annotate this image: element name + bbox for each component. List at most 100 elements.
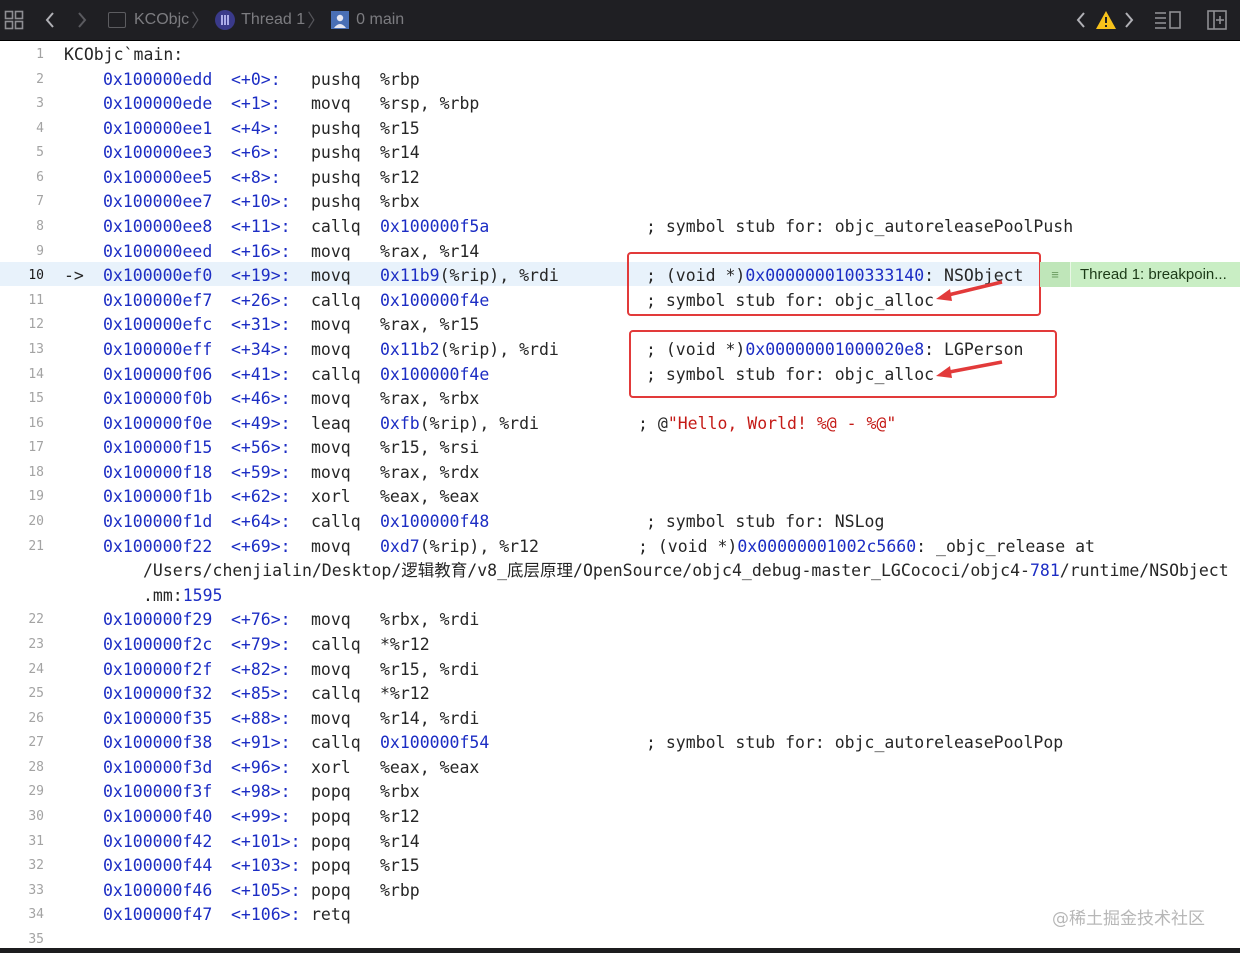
line-number[interactable]: 17 <box>0 440 44 455</box>
instruction-offset: <+19>: <box>231 266 291 286</box>
code-line[interactable]: 18 0x100000f18 <+59>: movq %rax, %rdx <box>0 461 1240 485</box>
line-number[interactable]: 15 <box>0 391 44 406</box>
breadcrumb-project[interactable]: KCObjc <box>134 11 189 29</box>
code-line[interactable]: 27 0x100000f38 <+91>: callq 0x100000f54 ; sym… <box>0 731 1240 755</box>
code-line[interactable]: 6 0x100000ee5 <+8>: pushq %r12 <box>0 166 1240 190</box>
line-number[interactable]: 24 <box>0 662 44 677</box>
code-line[interactable]: 23 0x100000f2c <+79>: callq *%r12 <box>0 633 1240 657</box>
line-number[interactable]: 5 <box>0 145 44 160</box>
line-number[interactable]: 20 <box>0 514 44 529</box>
instruction-comment: ; symbol stub for: objc_autoreleasePoolP… <box>646 217 1074 237</box>
line-number[interactable]: 3 <box>0 96 44 111</box>
instruction-address: 0x100000ef0 <box>103 266 213 286</box>
breadcrumb-frame[interactable]: 0 main <box>356 11 404 29</box>
disassembly-editor[interactable]: 1 KCObjc`main: 2 0x100000edd <+0>: pushq %rbp 3… <box>0 41 1240 953</box>
line-number[interactable]: 6 <box>0 170 44 185</box>
instruction-opcode: movq <box>311 462 351 482</box>
code-line[interactable]: 24 0x100000f2f <+82>: movq %r15, %rdi <box>0 658 1240 682</box>
instruction-operands: %rax, %rbx <box>380 389 480 409</box>
line-number[interactable]: 28 <box>0 760 44 775</box>
line-number[interactable]: 18 <box>0 465 44 480</box>
line-number[interactable]: 12 <box>0 317 44 332</box>
thread-breakpoint-badge[interactable]: ≡ Thread 1: breakpoin... <box>1040 262 1240 287</box>
code-line[interactable]: 29 0x100000f3f <+98>: popq %rbx <box>0 780 1240 804</box>
instruction-operands: %rax, %rdx <box>380 462 480 482</box>
code-line[interactable]: 3 0x100000ede <+1>: movq %rsp, %rbp <box>0 92 1240 116</box>
code-line[interactable]: 16 0x100000f0e <+49>: leaq 0xfb(%rip), %rdi;… <box>0 412 1240 436</box>
line-number[interactable]: 1 <box>0 47 44 62</box>
line-number[interactable]: 9 <box>0 244 44 259</box>
back-chevron-icon[interactable] <box>44 0 56 40</box>
instruction-offset: <+62>: <box>231 487 291 507</box>
line-number[interactable]: 10 <box>0 268 44 283</box>
instruction-operands: %rbx, %rdi <box>380 610 480 630</box>
line-number[interactable]: 33 <box>0 883 44 898</box>
instruction-operands: 0x11b2(%rip), %rdi <box>380 339 559 359</box>
instruction-operands: %rax, %r15 <box>380 315 480 335</box>
instruction-address: 0x100000f42 <box>103 831 213 851</box>
line-number[interactable]: 16 <box>0 416 44 431</box>
code-line[interactable]: 7 0x100000ee7 <+10>: pushq %rbx <box>0 190 1240 214</box>
line-number[interactable]: 22 <box>0 612 44 627</box>
code-line[interactable]: 28 0x100000f3d <+96>: xorl %eax, %eax <box>0 756 1240 780</box>
instruction-address: 0x100000f06 <box>103 364 213 384</box>
line-number[interactable]: 29 <box>0 784 44 799</box>
warning-icon[interactable] <box>1095 0 1117 40</box>
line-number[interactable]: 7 <box>0 194 44 209</box>
code-line[interactable]: 4 0x100000ee1 <+4>: pushq %r15 <box>0 117 1240 141</box>
code-line[interactable]: 21 0x100000f22 <+69>: movq 0xd7(%rip), %r12;… <box>0 535 1240 559</box>
issue-prev-chevron-icon[interactable] <box>1075 0 1087 40</box>
code-line[interactable]: 17 0x100000f15 <+56>: movq %r15, %rsi <box>0 436 1240 460</box>
forward-chevron-icon[interactable] <box>76 0 88 40</box>
code-line[interactable]: 31 0x100000f42 <+101>: popq %r14 <box>0 830 1240 854</box>
instruction-address: 0x100000f47 <box>103 905 213 925</box>
instruction-address: 0x100000f0b <box>103 389 213 409</box>
code-line[interactable]: 22 0x100000f29 <+76>: movq %rbx, %rdi <box>0 608 1240 632</box>
line-number[interactable]: 27 <box>0 735 44 750</box>
comment-continuation-text: /Users/chenjialin/Desktop/逻辑教育/v8_底层原理/O… <box>143 561 1229 581</box>
code-line[interactable]: 9 0x100000eed <+16>: movq %rax, %r14 <box>0 240 1240 264</box>
code-line[interactable]: 33 0x100000f46 <+105>: popq %rbp <box>0 879 1240 903</box>
instruction-operands: %rsp, %rbp <box>380 94 480 114</box>
code-line[interactable]: 11 0x100000ef7 <+26>: callq 0x100000f4e; sym… <box>0 289 1240 313</box>
line-number[interactable]: 19 <box>0 489 44 504</box>
code-line[interactable]: 1 KCObjc`main: <box>0 43 1240 67</box>
line-number[interactable]: 8 <box>0 219 44 234</box>
line-number[interactable]: 26 <box>0 711 44 726</box>
code-line[interactable]: 20 0x100000f1d <+64>: callq 0x100000f48 ; sym… <box>0 510 1240 534</box>
line-number[interactable]: 23 <box>0 637 44 652</box>
line-number[interactable]: 30 <box>0 809 44 824</box>
instruction-offset: <+31>: <box>231 315 291 335</box>
instruction-offset: <+64>: <box>231 512 291 532</box>
line-number[interactable]: 13 <box>0 342 44 357</box>
breadcrumb-thread[interactable]: Thread 1 <box>241 11 305 29</box>
line-number[interactable]: 35 <box>0 932 44 947</box>
grid-icon[interactable] <box>4 0 24 40</box>
instruction-offset: <+96>: <box>231 757 291 777</box>
instruction-offset: <+101>: <box>231 831 301 851</box>
code-line[interactable]: 19 0x100000f1b <+62>: xorl %eax, %eax <box>0 485 1240 509</box>
code-line[interactable]: 25 0x100000f32 <+85>: callq *%r12 <box>0 682 1240 706</box>
instruction-opcode: movq <box>311 315 351 335</box>
code-line[interactable]: 2 0x100000edd <+0>: pushq %rbp <box>0 68 1240 92</box>
code-line[interactable]: 32 0x100000f44 <+103>: popq %r15 <box>0 854 1240 878</box>
line-number[interactable]: 25 <box>0 686 44 701</box>
editor-options-icon[interactable] <box>1154 0 1182 40</box>
line-number[interactable]: 14 <box>0 367 44 382</box>
comment-continuation-text: .mm:1595 <box>143 585 223 605</box>
code-line[interactable]: 5 0x100000ee3 <+6>: pushq %r14 <box>0 141 1240 165</box>
instruction-operands: %r15, %rsi <box>380 438 480 458</box>
line-number[interactable]: 32 <box>0 858 44 873</box>
issue-next-chevron-icon[interactable] <box>1123 0 1135 40</box>
line-number[interactable]: 11 <box>0 293 44 308</box>
line-number[interactable]: 4 <box>0 121 44 136</box>
line-number[interactable]: 31 <box>0 834 44 849</box>
instruction-address: 0x100000f18 <box>103 462 213 482</box>
line-number[interactable]: 34 <box>0 907 44 922</box>
code-line[interactable]: 26 0x100000f35 <+88>: movq %r14, %rdi <box>0 707 1240 731</box>
line-number[interactable]: 21 <box>0 539 44 554</box>
code-line[interactable]: 8 0x100000ee8 <+11>: callq 0x100000f5a ; symb… <box>0 215 1240 239</box>
code-line[interactable]: 30 0x100000f40 <+99>: popq %r12 <box>0 805 1240 829</box>
add-editor-icon[interactable] <box>1207 0 1227 40</box>
line-number[interactable]: 2 <box>0 72 44 87</box>
